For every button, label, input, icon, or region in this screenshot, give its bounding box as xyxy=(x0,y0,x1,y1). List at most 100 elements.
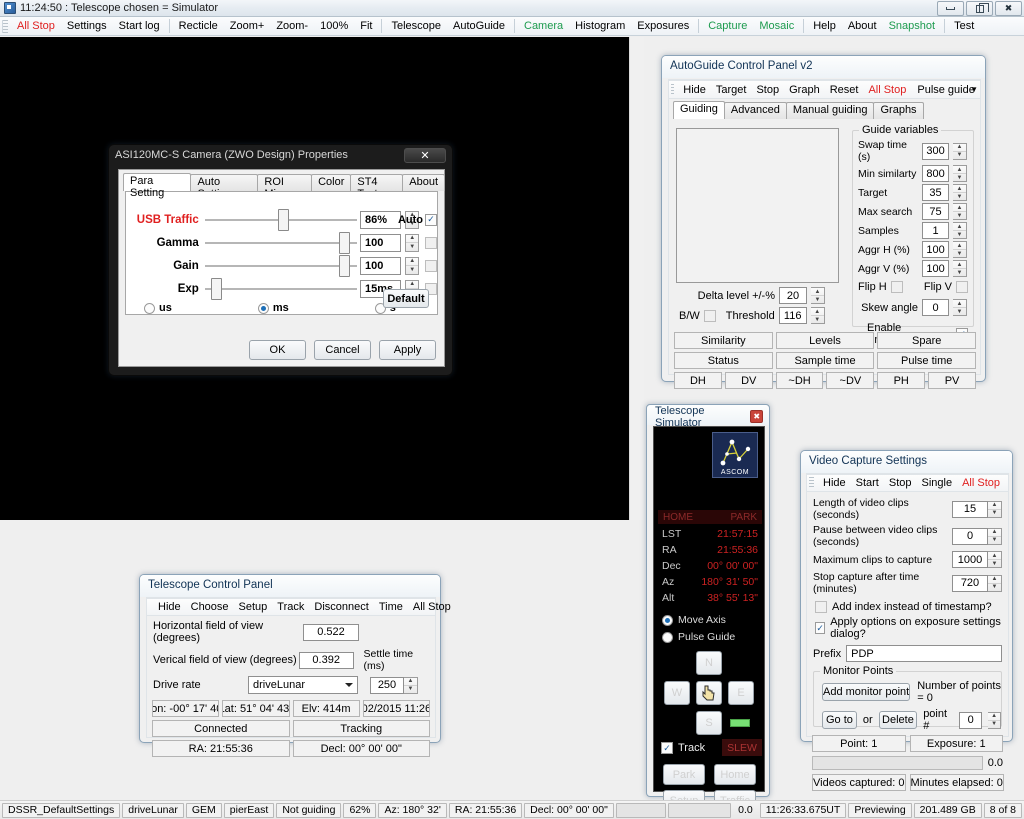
point-hash-input[interactable]: 0 xyxy=(959,711,983,729)
maximize-button[interactable] xyxy=(966,1,993,16)
menu-item-capture[interactable]: Capture xyxy=(702,19,753,33)
drive-rate-combo[interactable]: driveLunar xyxy=(248,676,358,694)
toolbar-item-stop[interactable]: Stop xyxy=(884,477,917,489)
slider-thumb[interactable] xyxy=(338,231,350,254)
menu-item-snapshot[interactable]: Snapshot xyxy=(883,19,941,33)
field-spinner[interactable]: ▲ ▼ xyxy=(988,500,1002,518)
field-spinner[interactable]: ▲ ▼ xyxy=(988,527,1002,545)
param-slider[interactable] xyxy=(204,277,357,300)
camera-tab-roi-misc[interactable]: ROI Misc xyxy=(257,174,313,200)
param-spinner[interactable]: ▲▼ xyxy=(405,256,420,275)
field-spinner[interactable]: ▲ ▼ xyxy=(988,574,1002,592)
autoguide-tab-guiding[interactable]: Guiding xyxy=(673,101,725,119)
home-button[interactable]: Home xyxy=(714,764,756,785)
menu-item-mosaic[interactable]: Mosaic xyxy=(753,19,800,33)
field-input[interactable]: 15 xyxy=(952,500,988,518)
menu-item-help[interactable]: Help xyxy=(807,19,842,33)
unit-radio-button[interactable] xyxy=(144,302,155,314)
guide-variable-input[interactable]: 300 xyxy=(922,142,949,160)
menu-item-test[interactable]: Test xyxy=(948,19,980,33)
param-value-input[interactable]: 100 xyxy=(359,256,402,275)
apply-button[interactable]: Apply xyxy=(379,340,436,360)
move-axis-radio-row[interactable]: Move Axis xyxy=(662,614,726,626)
hfov-input[interactable]: 0.522 xyxy=(303,623,359,641)
menu-item-100-[interactable]: 100% xyxy=(314,19,354,33)
guide-variable-spinner[interactable]: ▲ ▼ xyxy=(953,260,967,277)
guiding-preview-box[interactable] xyxy=(676,128,839,283)
move-east-button[interactable]: E xyxy=(728,681,754,705)
menu-item-fit[interactable]: Fit xyxy=(354,19,378,33)
point-hash-spinner[interactable]: ▲ ▼ xyxy=(988,711,1001,729)
camera-tab-st4-test[interactable]: ST4 Test xyxy=(350,174,404,200)
track-checkbox-row[interactable]: ✓ Track xyxy=(661,742,705,754)
camera-tab-color[interactable]: Color xyxy=(311,174,352,191)
move-west-button[interactable]: W xyxy=(664,681,690,705)
vfov-input[interactable]: 0.392 xyxy=(298,651,354,669)
skew-angle-input[interactable]: 0 xyxy=(922,299,949,316)
default-button[interactable]: Default xyxy=(383,289,429,308)
park-button[interactable]: Park xyxy=(663,764,705,785)
menu-item-zoom-[interactable]: Zoom+ xyxy=(224,19,271,33)
cancel-button[interactable]: Cancel xyxy=(314,340,371,360)
guide-variable-input[interactable]: 100 xyxy=(922,260,949,277)
toolbar-item-stop[interactable]: Stop xyxy=(751,84,784,96)
move-axis-radio[interactable] xyxy=(662,614,673,626)
slider-thumb[interactable] xyxy=(210,277,222,300)
toolbar-item-track[interactable]: Track xyxy=(272,601,309,613)
toolbar-grip[interactable] xyxy=(671,83,675,96)
param-value-input[interactable]: 86% xyxy=(359,210,402,229)
guide-variable-input[interactable]: 800 xyxy=(922,165,949,182)
menu-item-settings[interactable]: Settings xyxy=(61,19,113,33)
menubar-grip[interactable] xyxy=(2,19,8,33)
slider-thumb[interactable] xyxy=(338,254,350,277)
guide-variable-spinner[interactable]: ▲ ▼ xyxy=(953,142,967,160)
toolbar-item-all-stop[interactable]: All Stop xyxy=(957,477,1005,489)
toolbar-item-reset[interactable]: Reset xyxy=(825,84,864,96)
settle-time-input[interactable]: 250 xyxy=(370,676,404,694)
settle-time-spinner[interactable]: ▲ ▼ xyxy=(404,676,418,694)
param-auto-checkbox[interactable]: ✓ xyxy=(425,213,437,226)
toolbar-item-start[interactable]: Start xyxy=(851,477,884,489)
pulse-guide-radio-row[interactable]: Pulse Guide xyxy=(662,631,735,643)
ok-button[interactable]: OK xyxy=(249,340,306,360)
guide-variable-spinner[interactable]: ▲ ▼ xyxy=(953,165,967,182)
move-north-button[interactable]: N xyxy=(696,651,722,675)
menu-item-autoguide[interactable]: AutoGuide xyxy=(447,19,511,33)
guide-variable-input[interactable]: 100 xyxy=(922,241,949,258)
pulse-guide-radio[interactable] xyxy=(662,631,673,643)
threshold-spinner[interactable]: ▲ ▼ xyxy=(810,307,825,324)
toolbar-item-hide[interactable]: Hide xyxy=(818,477,851,489)
param-auto-checkbox[interactable] xyxy=(425,236,437,249)
toolbar-item-target[interactable]: Target xyxy=(711,84,752,96)
toolbar-grip[interactable] xyxy=(809,477,814,489)
param-slider[interactable] xyxy=(204,254,357,277)
apply-options-checkbox[interactable]: ✓ xyxy=(815,622,826,634)
param-spinner[interactable]: ▲▼ xyxy=(405,233,420,252)
menu-item-zoom-[interactable]: Zoom- xyxy=(270,19,314,33)
move-south-button[interactable]: S xyxy=(696,711,722,735)
apply-options-row[interactable]: ✓ Apply options on exposure settings dia… xyxy=(807,613,1008,640)
slider-thumb[interactable] xyxy=(277,208,289,231)
param-slider[interactable] xyxy=(204,231,357,254)
field-input[interactable]: 0 xyxy=(952,527,988,545)
flip-h-checkbox[interactable] xyxy=(890,281,903,293)
guide-variable-spinner[interactable]: ▲ ▼ xyxy=(953,222,967,239)
camera-tab-para-setting[interactable]: Para Setting xyxy=(123,173,192,199)
unit-radio-us[interactable]: us xyxy=(144,302,172,314)
add-index-row[interactable]: Add index instead of timestamp? xyxy=(807,598,1008,613)
toolbar-item-all-stop[interactable]: All Stop xyxy=(408,601,456,613)
guide-variable-spinner[interactable]: ▲ ▼ xyxy=(953,203,967,220)
add-index-checkbox[interactable] xyxy=(815,601,827,613)
unit-radio-ms[interactable]: ms xyxy=(257,302,289,314)
guide-variable-spinner[interactable]: ▲ ▼ xyxy=(953,241,967,258)
telescope-simulator-close-button[interactable]: ✖ xyxy=(750,410,763,423)
track-checkbox[interactable]: ✓ xyxy=(661,742,673,754)
toolbar-item-graph[interactable]: Graph xyxy=(784,84,825,96)
toolbar-item-single[interactable]: Single xyxy=(917,477,958,489)
field-spinner[interactable]: ▲ ▼ xyxy=(988,551,1002,568)
toolbar-item-choose[interactable]: Choose xyxy=(186,601,234,613)
param-value-input[interactable]: 100 xyxy=(359,233,402,252)
toolbar-item-time[interactable]: Time xyxy=(374,601,408,613)
camera-tab-auto-setting[interactable]: Auto Setting xyxy=(190,174,259,200)
menu-item-camera[interactable]: Camera xyxy=(518,19,569,33)
